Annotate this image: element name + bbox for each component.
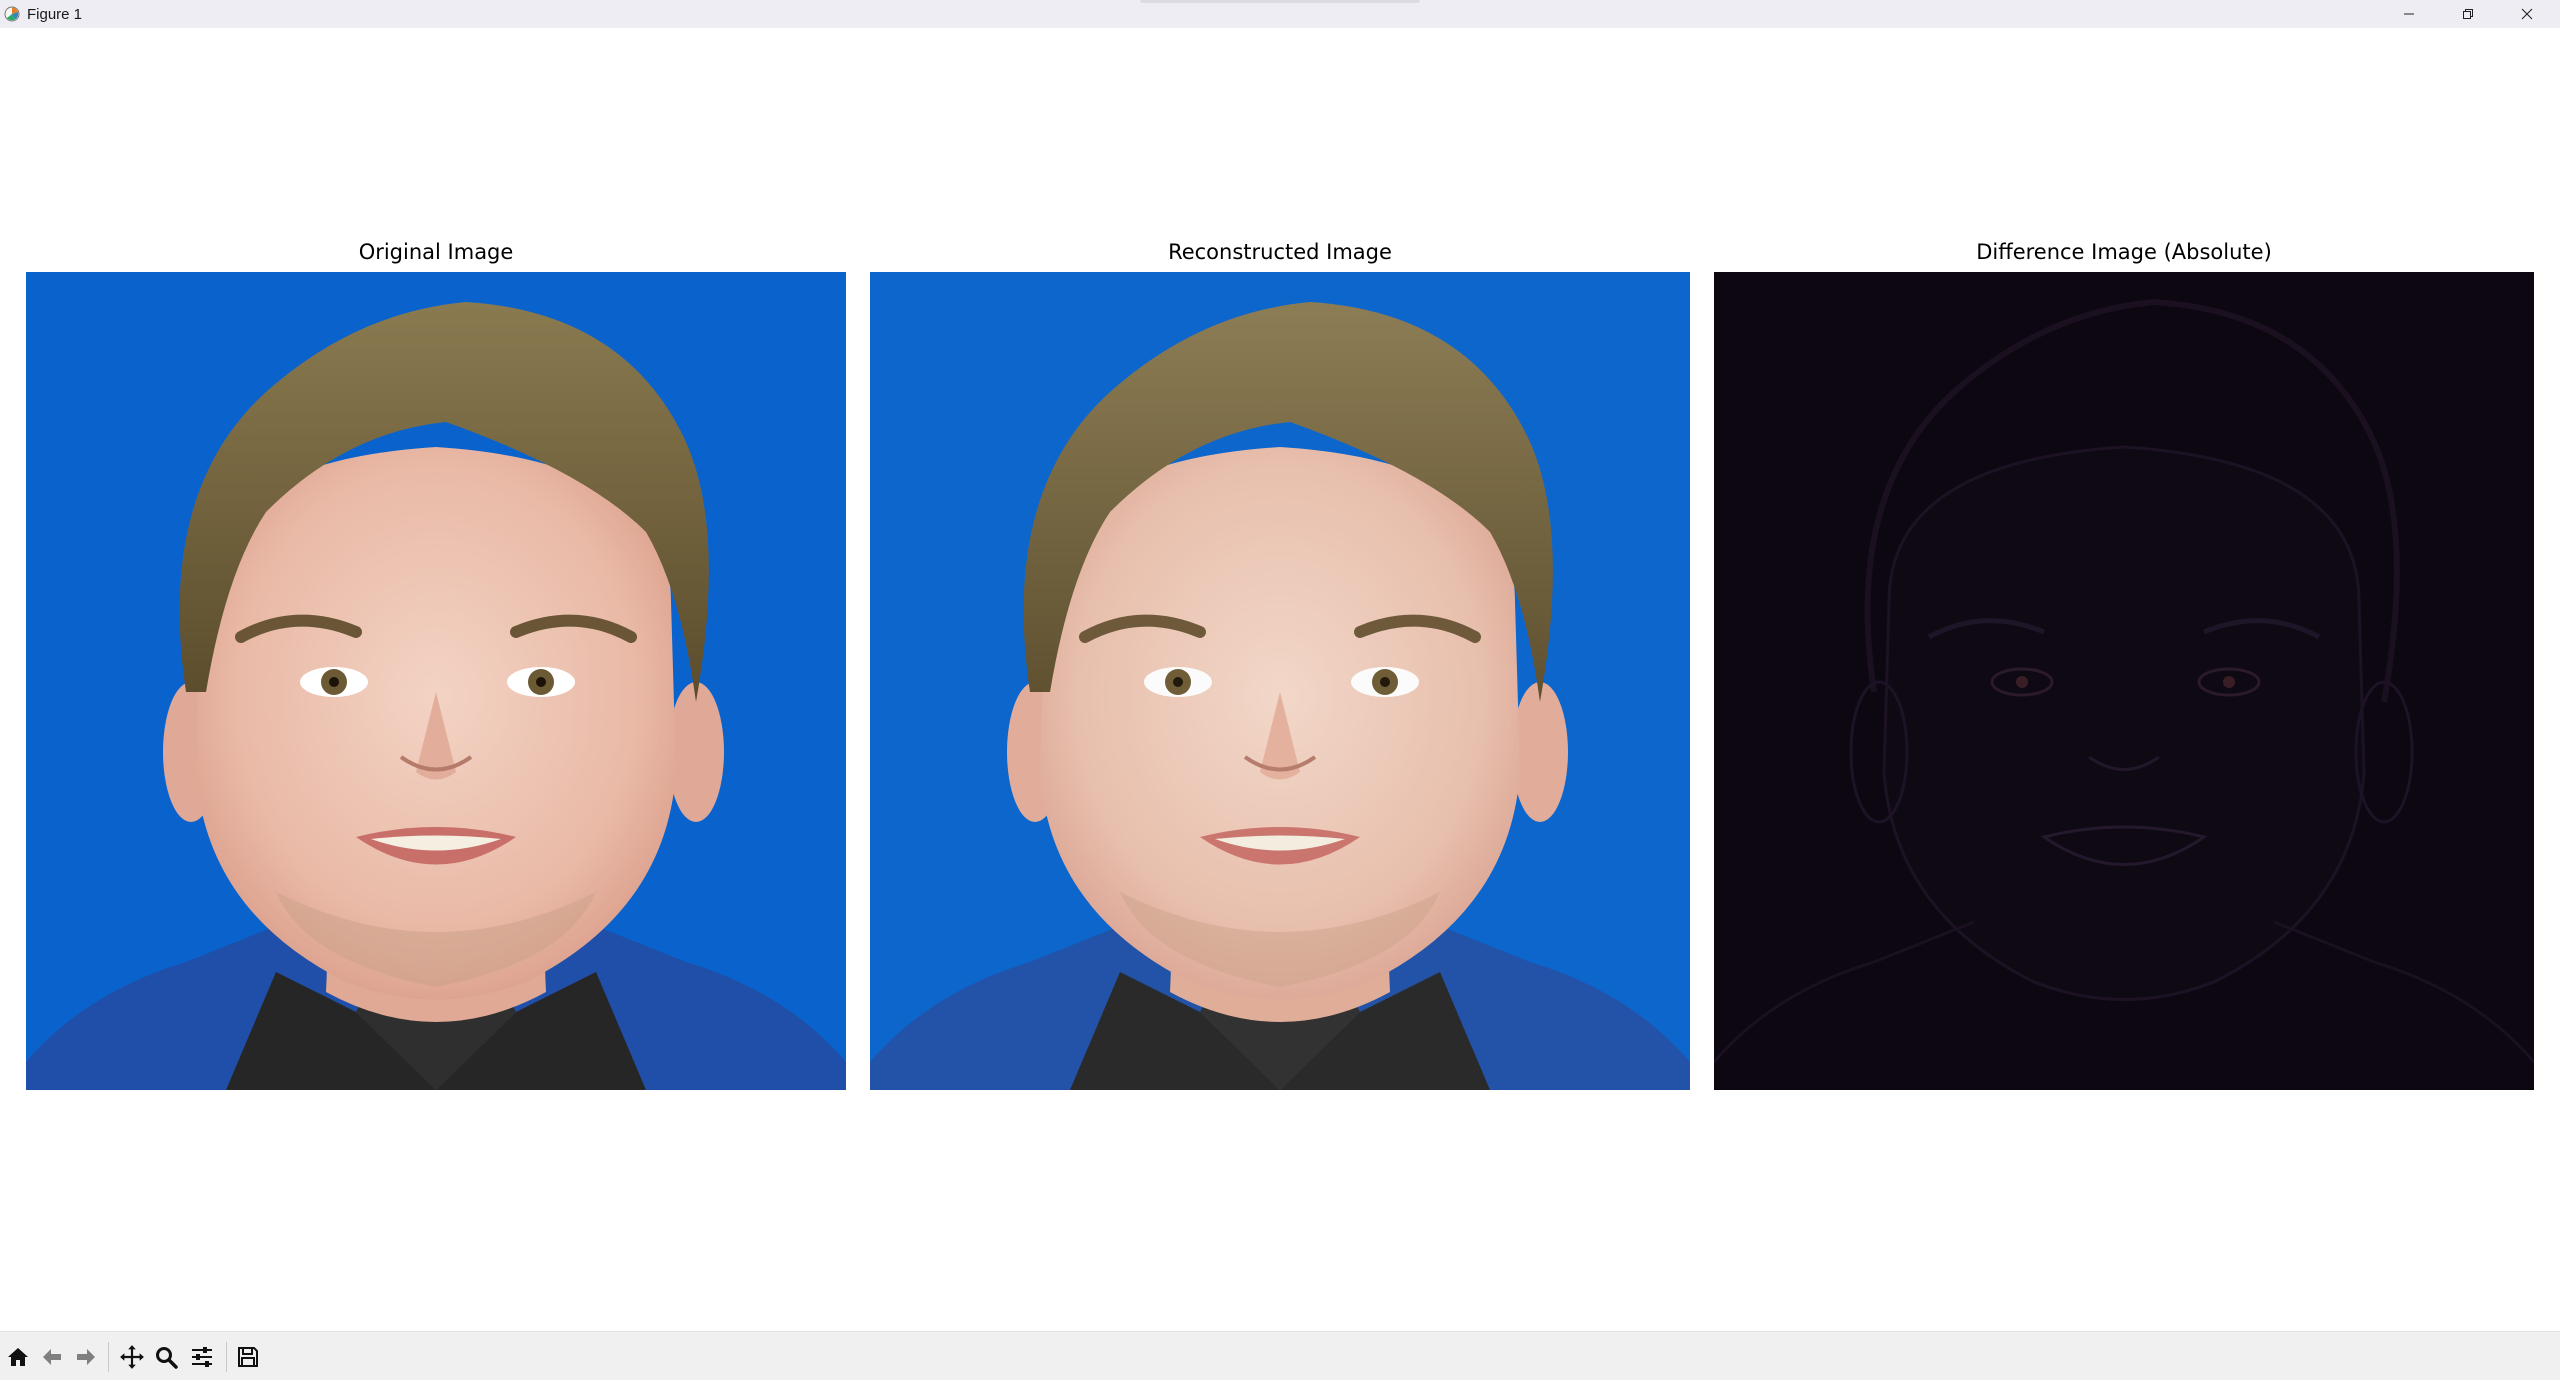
matplotlib-app-icon <box>4 6 20 22</box>
zoom-icon <box>156 1347 178 1369</box>
home-button[interactable] <box>2 1342 34 1372</box>
minimize-button[interactable] <box>2380 0 2438 28</box>
save-icon <box>238 1347 258 1367</box>
reconstructed-image-title: Reconstructed Image <box>1168 240 1392 264</box>
minimize-icon <box>2404 13 2414 15</box>
figure-window: Figure 1 Original Image Reconstructed Im… <box>0 0 2560 1380</box>
pan-button[interactable] <box>116 1342 148 1372</box>
snap-layout-hint <box>1140 0 1420 3</box>
pan-icon <box>120 1345 144 1369</box>
reconstructed-image-panel <box>870 272 1690 1090</box>
save-button[interactable] <box>232 1342 264 1372</box>
home-icon <box>8 1348 28 1366</box>
title-bar[interactable]: Figure 1 <box>0 0 2560 28</box>
original-portrait-image <box>26 272 846 1090</box>
original-image-title: Original Image <box>358 240 514 264</box>
toolbar-separator <box>226 1342 227 1372</box>
close-icon <box>2521 8 2533 20</box>
difference-image-panel <box>1714 272 2534 1090</box>
toolbar-separator <box>108 1342 109 1372</box>
zoom-button[interactable] <box>150 1342 182 1372</box>
back-icon <box>43 1349 61 1365</box>
close-button[interactable] <box>2498 0 2556 28</box>
difference-image-title: Difference Image (Absolute) <box>1976 240 2272 264</box>
difference-map-image <box>1714 272 2534 1090</box>
reconstructed-portrait-image <box>870 272 1690 1090</box>
back-button[interactable] <box>36 1342 68 1372</box>
forward-button[interactable] <box>70 1342 102 1372</box>
configure-subplots-button[interactable] <box>186 1342 218 1372</box>
original-image-panel <box>26 272 846 1090</box>
navigation-toolbar <box>0 1331 2560 1380</box>
configure-subplots-icon <box>192 1347 212 1367</box>
figure-canvas[interactable]: Original Image Reconstructed Image Diffe… <box>0 28 2560 1331</box>
restore-icon <box>2463 9 2473 19</box>
forward-icon <box>77 1349 95 1365</box>
window-title: Figure 1 <box>27 6 83 23</box>
restore-button[interactable] <box>2439 0 2497 28</box>
